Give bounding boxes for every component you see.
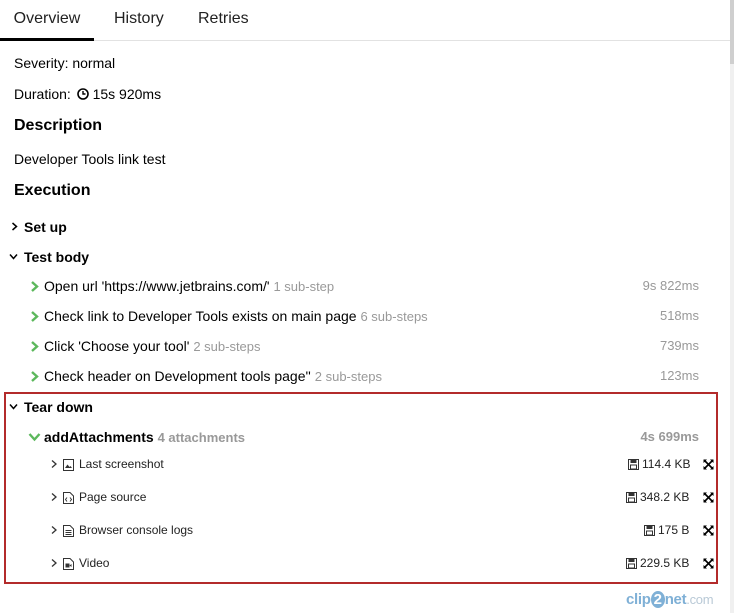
attachment-row[interactable]: Browser console logs 175 B — [0, 520, 720, 542]
step-substeps: 2 sub-steps — [314, 369, 382, 384]
step-name: Check link to Developer Tools exists on … — [44, 308, 357, 324]
chevron-right-icon — [12, 222, 18, 231]
test-body-row[interactable]: Test body — [0, 245, 720, 269]
attachment-row[interactable]: Video 229.5 KB — [0, 553, 720, 575]
tab-bar: Overview History Retries — [0, 0, 730, 41]
chevron-right-icon — [51, 559, 57, 567]
step-substeps: 1 sub-step — [273, 279, 335, 294]
attachment-name: Video — [79, 556, 110, 570]
attachment-size: 348.2 KB — [640, 490, 690, 504]
add-attachments-duration: 4s 699ms — [640, 429, 699, 444]
severity-text: Severity: normal — [14, 55, 116, 71]
attachment-name: Last screenshot — [79, 457, 164, 471]
expand-icon[interactable] — [703, 558, 714, 569]
expand-icon[interactable] — [703, 492, 714, 503]
step-row[interactable]: Click 'Choose your tool' 2 sub-steps 739… — [0, 335, 720, 359]
save-icon — [628, 459, 639, 470]
teardown-row[interactable]: Tear down — [0, 395, 720, 419]
watermark-logo: clip 2 net.com — [626, 591, 714, 608]
step-substeps: 6 sub-steps — [360, 309, 428, 324]
step-duration: 9s 822ms — [642, 278, 699, 293]
duration-row: Duration: 15s 920ms — [14, 86, 161, 102]
chevron-down-icon — [9, 254, 18, 260]
chevron-right-icon — [31, 281, 39, 292]
attachment-size: 229.5 KB — [640, 556, 690, 570]
setup-row[interactable]: Set up — [0, 215, 720, 239]
attachment-size: 175 B — [658, 523, 690, 537]
expand-icon[interactable] — [703, 459, 714, 470]
tab-overview[interactable]: Overview — [0, 0, 94, 41]
chevron-right-icon — [51, 493, 57, 501]
step-row[interactable]: Open url 'https://www.jetbrains.com/' 1 … — [0, 275, 720, 299]
tab-retries[interactable]: Retries — [198, 0, 249, 38]
save-icon — [626, 492, 637, 503]
chevron-down-icon — [28, 433, 41, 442]
video-file-icon — [63, 558, 74, 570]
step-name: Open url 'https://www.jetbrains.com/' — [44, 278, 270, 294]
add-attachments-row[interactable]: addAttachments 4 attachments 4s 699ms — [0, 425, 720, 449]
execution-heading: Execution — [14, 182, 91, 199]
step-label: Click 'Choose your tool' 2 sub-steps — [44, 338, 261, 354]
step-duration: 739ms — [659, 338, 699, 353]
code-file-icon — [63, 492, 74, 504]
step-name: Click 'Choose your tool' — [44, 338, 190, 354]
attachment-row[interactable]: Page source 348.2 KB — [0, 487, 720, 509]
clock-icon — [76, 88, 89, 100]
chevron-right-icon — [31, 341, 39, 352]
tab-history[interactable]: History — [114, 0, 164, 38]
teardown-label: Tear down — [24, 399, 93, 415]
attachment-name: Page source — [79, 490, 147, 504]
step-duration: 518ms — [659, 308, 699, 323]
description-heading: Description — [14, 117, 103, 134]
step-label: Check link to Developer Tools exists on … — [44, 308, 428, 324]
add-attachments-label: addAttachments 4 attachments — [44, 429, 245, 445]
duration-value: 15s 920ms — [92, 86, 162, 102]
step-substeps: 2 sub-steps — [193, 339, 261, 354]
chevron-down-icon — [9, 404, 18, 410]
attachments-count: 4 attachments — [157, 430, 245, 445]
duration-label: Duration: — [14, 86, 71, 102]
chevron-right-icon — [31, 311, 39, 322]
setup-label: Set up — [24, 219, 67, 235]
step-duration: 123ms — [659, 368, 699, 383]
add-attachments-name: addAttachments — [44, 429, 154, 445]
scrollbar[interactable] — [730, 0, 734, 613]
description-text: Developer Tools link test — [14, 151, 166, 167]
step-row[interactable]: Check link to Developer Tools exists on … — [0, 305, 720, 329]
step-row[interactable]: Check header on Development tools page''… — [0, 365, 720, 389]
step-name: Check header on Development tools page'' — [44, 368, 311, 384]
text-file-icon — [63, 525, 74, 537]
chevron-right-icon — [51, 526, 57, 534]
attachment-row[interactable]: Last screenshot 114.4 KB — [0, 454, 720, 476]
chevron-right-icon — [51, 460, 57, 468]
attachment-name: Browser console logs — [79, 523, 194, 537]
expand-icon[interactable] — [703, 525, 714, 536]
save-icon — [644, 525, 655, 536]
image-file-icon — [63, 459, 74, 471]
step-label: Open url 'https://www.jetbrains.com/' 1 … — [44, 278, 334, 294]
test-body-label: Test body — [24, 249, 90, 265]
attachment-size: 114.4 KB — [642, 457, 691, 471]
chevron-right-icon — [31, 371, 39, 382]
save-icon — [626, 558, 637, 569]
step-label: Check header on Development tools page''… — [44, 368, 382, 384]
